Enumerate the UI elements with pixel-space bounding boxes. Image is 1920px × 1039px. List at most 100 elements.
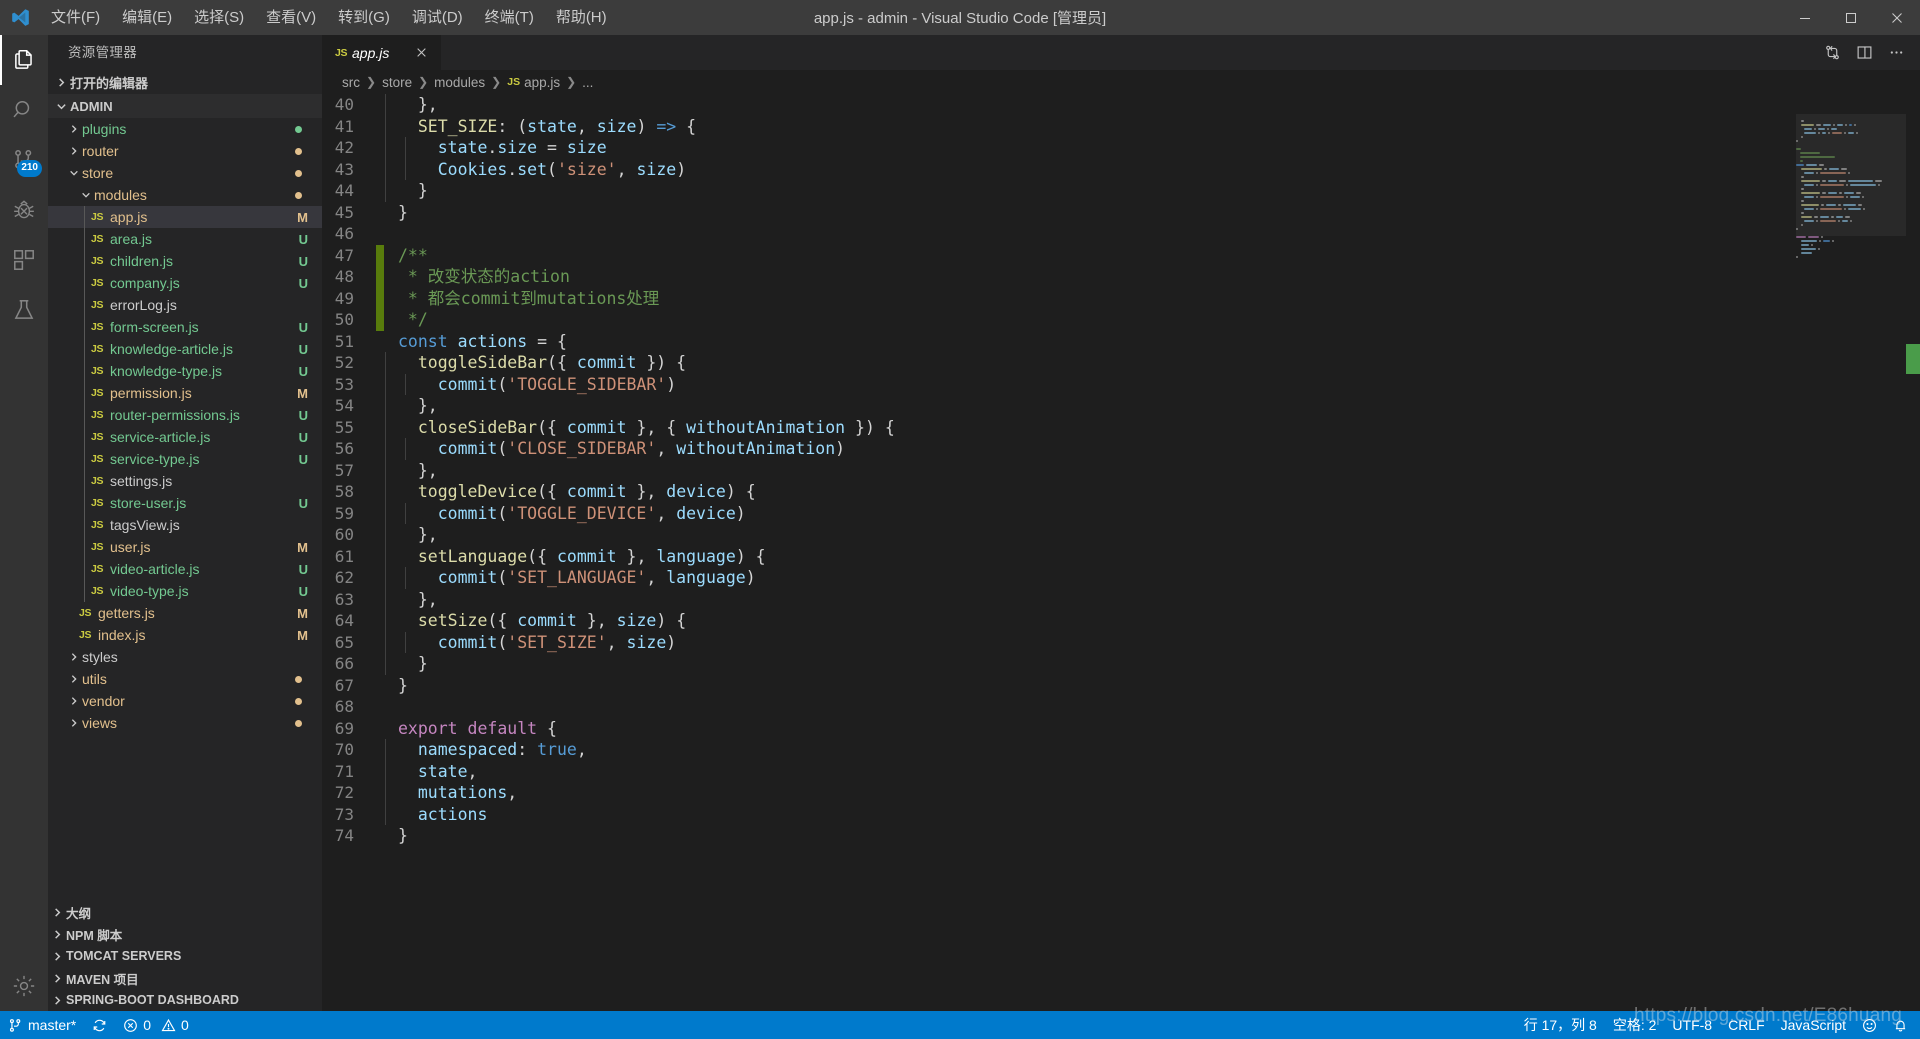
tree-file-video-article-js[interactable]: JS video-article.js U <box>48 558 322 580</box>
activity-source-control[interactable]: 210 <box>0 135 48 185</box>
tree-file-service-article-js[interactable]: JS service-article.js U <box>48 426 322 448</box>
activity-extensions[interactable] <box>0 235 48 285</box>
tree-file-company-js[interactable]: JS company.js U <box>48 272 322 294</box>
tree-file-getters-js[interactable]: JS getters.js M <box>48 602 322 624</box>
activity-search[interactable] <box>0 85 48 135</box>
code-line[interactable]: 57 }, <box>322 459 895 481</box>
status-sync[interactable] <box>84 1011 115 1039</box>
editor-toolbar[interactable] <box>1818 35 1920 70</box>
activity-manage-settings[interactable] <box>0 961 48 1011</box>
status-eol[interactable]: CRLF <box>1720 1011 1773 1039</box>
breadcrumb[interactable]: src ❯ store ❯ modules ❯ JS app.js ❯ ... <box>322 70 1920 94</box>
tree-file-knowledge-type-js[interactable]: JS knowledge-type.js U <box>48 360 322 382</box>
code-line[interactable]: 47 /** <box>322 244 895 266</box>
sidebar-bottom-panes[interactable]: 大纲 NPM 脚本 TOMCAT SERVERS MAVEN 项目 SPRING… <box>48 901 322 1011</box>
code-line[interactable]: 50 */ <box>322 309 895 331</box>
status-branch[interactable]: master* <box>0 1011 84 1039</box>
menu-view[interactable]: 查看(V) <box>255 0 327 35</box>
code-line[interactable]: 73 actions <box>322 803 895 825</box>
minimap[interactable] <box>1796 94 1906 1011</box>
activity-bar-bottom[interactable] <box>0 961 48 1011</box>
tree-folder-views[interactable]: views <box>48 712 322 734</box>
code-line[interactable]: 55 closeSideBar({ commit }, { withoutAni… <box>322 416 895 438</box>
status-feedback[interactable] <box>1854 1011 1885 1039</box>
maximize-button[interactable] <box>1828 0 1874 35</box>
tab-app-js[interactable]: JS app.js <box>322 35 443 70</box>
code-line[interactable]: 58 toggleDevice({ commit }, device) { <box>322 481 895 503</box>
pane-npm-scripts[interactable]: NPM 脚本 <box>48 923 322 945</box>
tab-close-icon[interactable] <box>411 43 431 63</box>
code-lines[interactable]: 40 }, 41 SET_SIZE: (state, size) => {42 s… <box>322 94 895 847</box>
minimize-button[interactable] <box>1782 0 1828 35</box>
tree-file-errorLog-js[interactable]: JS errorLog.js <box>48 294 322 316</box>
activity-test[interactable] <box>0 285 48 335</box>
code-line[interactable]: 67} <box>322 675 895 697</box>
code-line[interactable]: 71 state, <box>322 760 895 782</box>
code-editor[interactable]: 40 }, 41 SET_SIZE: (state, size) => {42 s… <box>322 94 1920 1011</box>
tree-file-store-user-js[interactable]: JS store-user.js U <box>48 492 322 514</box>
breadcrumb-src[interactable]: src <box>342 75 360 90</box>
tree-file-form-screen-js[interactable]: JS form-screen.js U <box>48 316 322 338</box>
menu-select[interactable]: 选择(S) <box>183 0 255 35</box>
pane-tomcat-servers[interactable]: TOMCAT SERVERS <box>48 945 322 967</box>
tree-folder-modules[interactable]: modules <box>48 184 322 206</box>
menu-terminal[interactable]: 终端(T) <box>474 0 545 35</box>
code-line[interactable]: 60 }, <box>322 524 895 546</box>
tree-folder-plugins[interactable]: plugins <box>48 118 322 140</box>
code-line[interactable]: 42 state.size = size <box>322 137 895 159</box>
tree-file-area-js[interactable]: JS area.js U <box>48 228 322 250</box>
tree-folder-utils[interactable]: utils <box>48 668 322 690</box>
code-line[interactable]: 69 export default { <box>322 718 895 740</box>
code-line[interactable]: 62 commit('SET_LANGUAGE', language) <box>322 567 895 589</box>
tree-file-children-js[interactable]: JS children.js U <box>48 250 322 272</box>
code-line[interactable]: 61 setLanguage({ commit }, language) { <box>322 545 895 567</box>
code-line[interactable]: 68 <box>322 696 895 718</box>
menu-help[interactable]: 帮助(H) <box>545 0 618 35</box>
tree-folder-styles[interactable]: styles <box>48 646 322 668</box>
code-line[interactable]: 70 namespaced: true, <box>322 739 895 761</box>
pane-open-editors[interactable]: 打开的编辑器 <box>48 70 322 94</box>
code-line[interactable]: 40 }, <box>322 94 895 116</box>
pane-outline[interactable]: 大纲 <box>48 901 322 923</box>
status-bar[interactable]: master* 0 0 行 17，列 8 空格: 2 UTF-8 CRLF Ja… <box>0 1011 1920 1039</box>
status-notifications[interactable] <box>1885 1011 1916 1039</box>
status-language-mode[interactable]: JavaScript <box>1773 1011 1854 1039</box>
code-line[interactable]: 65 commit('SET_SIZE', size) <box>322 631 895 653</box>
pane-spring-boot-dashboard[interactable]: SPRING-BOOT DASHBOARD <box>48 989 322 1011</box>
tree-folder-router[interactable]: router <box>48 140 322 162</box>
pane-admin[interactable]: ADMIN <box>48 94 322 118</box>
code-line[interactable]: 54 }, <box>322 395 895 417</box>
tree-file-service-type-js[interactable]: JS service-type.js U <box>48 448 322 470</box>
pane-maven-projects[interactable]: MAVEN 项目 <box>48 967 322 989</box>
tree-folder-vendor[interactable]: vendor <box>48 690 322 712</box>
breadcrumb-store[interactable]: store <box>382 75 412 90</box>
breadcrumb-modules[interactable]: modules <box>434 75 485 90</box>
menu-file[interactable]: 文件(F) <box>40 0 111 35</box>
status-cursor-position[interactable]: 行 17，列 8 <box>1516 1011 1605 1039</box>
code-line[interactable]: 45} <box>322 202 895 224</box>
close-button[interactable] <box>1874 0 1920 35</box>
code-line[interactable]: 66 } <box>322 653 895 675</box>
breadcrumb-symbols[interactable]: ... <box>582 75 593 90</box>
code-line[interactable]: 64 setSize({ commit }, size) { <box>322 610 895 632</box>
status-encoding[interactable]: UTF-8 <box>1664 1011 1720 1039</box>
status-indentation[interactable]: 空格: 2 <box>1605 1011 1665 1039</box>
code-line[interactable]: 52 toggleSideBar({ commit }) { <box>322 352 895 374</box>
tree-file-permission-js[interactable]: JS permission.js M <box>48 382 322 404</box>
window-controls[interactable] <box>1782 0 1920 35</box>
status-bar-right[interactable]: 行 17，列 8 空格: 2 UTF-8 CRLF JavaScript <box>1516 1011 1920 1039</box>
tree-file-video-type-js[interactable]: JS video-type.js U <box>48 580 322 602</box>
code-line[interactable]: 72 mutations, <box>322 782 895 804</box>
code-line[interactable]: 74} <box>322 825 895 847</box>
tree-file-router-permissions-js[interactable]: JS router-permissions.js U <box>48 404 322 426</box>
breadcrumb-app-js[interactable]: app.js <box>524 75 560 90</box>
activity-explorer[interactable] <box>0 35 48 85</box>
editor-scrollbar[interactable] <box>1906 94 1920 1011</box>
code-line[interactable]: 53 commit('TOGGLE_SIDEBAR') <box>322 373 895 395</box>
code-line[interactable]: 51 const actions = { <box>322 331 895 353</box>
menu-goto[interactable]: 转到(G) <box>327 0 401 35</box>
menu-edit[interactable]: 编辑(E) <box>111 0 183 35</box>
code-line[interactable]: 56 commit('CLOSE_SIDEBAR', withoutAnimat… <box>322 438 895 460</box>
code-line[interactable]: 44 } <box>322 180 895 202</box>
menu-bar[interactable]: 文件(F) 编辑(E) 选择(S) 查看(V) 转到(G) 调试(D) 终端(T… <box>40 0 618 35</box>
